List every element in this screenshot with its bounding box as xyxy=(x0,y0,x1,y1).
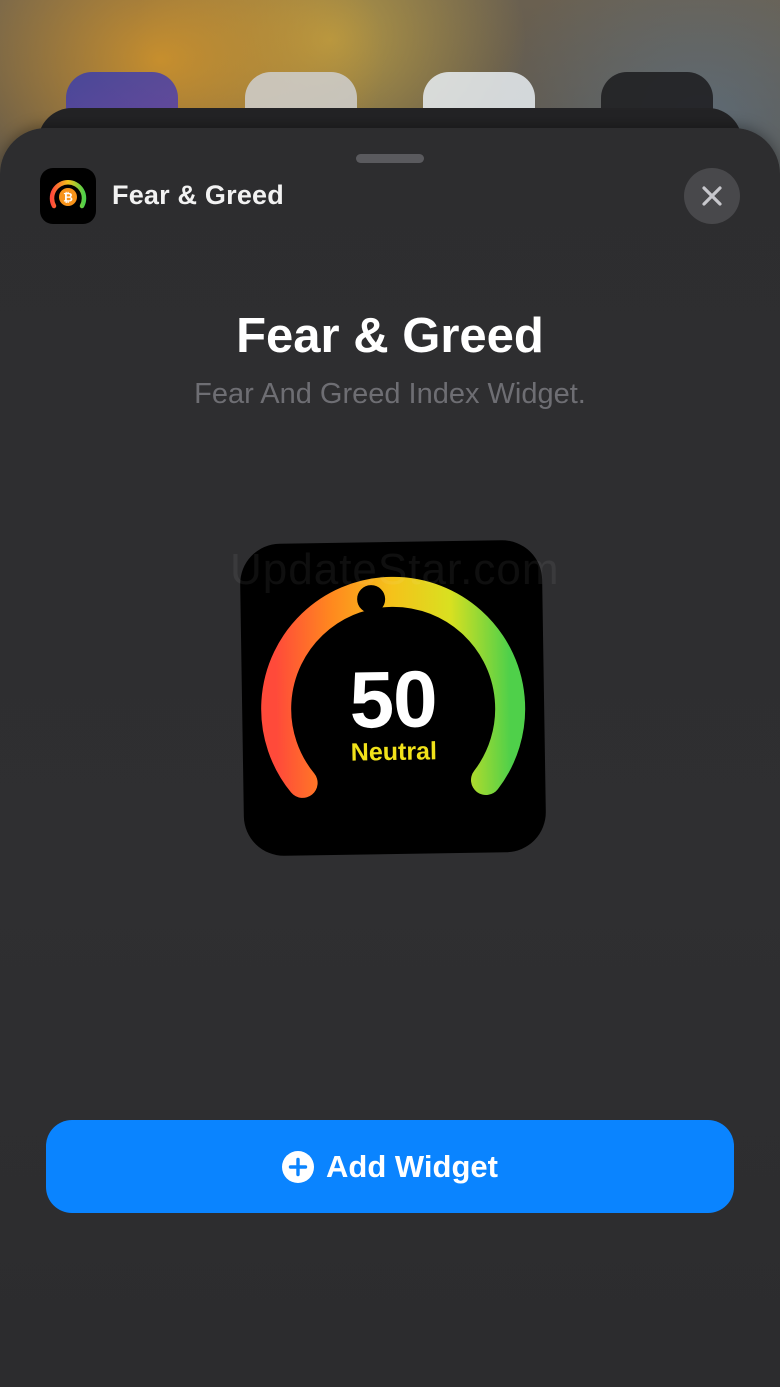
close-button[interactable] xyxy=(684,168,740,224)
widget-title: Fear & Greed xyxy=(236,309,544,363)
sheet-grabber[interactable] xyxy=(356,154,424,163)
app-name: Fear & Greed xyxy=(112,180,284,210)
add-widget-label: Add Widget xyxy=(326,1148,498,1184)
close-icon xyxy=(702,186,722,206)
widget-description: Fear And Greed Index Widget. xyxy=(194,378,586,410)
sentiment-label: Neutral xyxy=(350,737,438,767)
plus-circle-icon xyxy=(282,1150,315,1183)
index-value: 50 xyxy=(348,654,438,745)
watermark: UpdateStar.com xyxy=(230,545,560,594)
bitcoin-gauge-icon: ₿ xyxy=(40,168,96,224)
add-widget-button[interactable]: Add Widget xyxy=(46,1120,734,1213)
svg-text:₿: ₿ xyxy=(63,191,73,205)
